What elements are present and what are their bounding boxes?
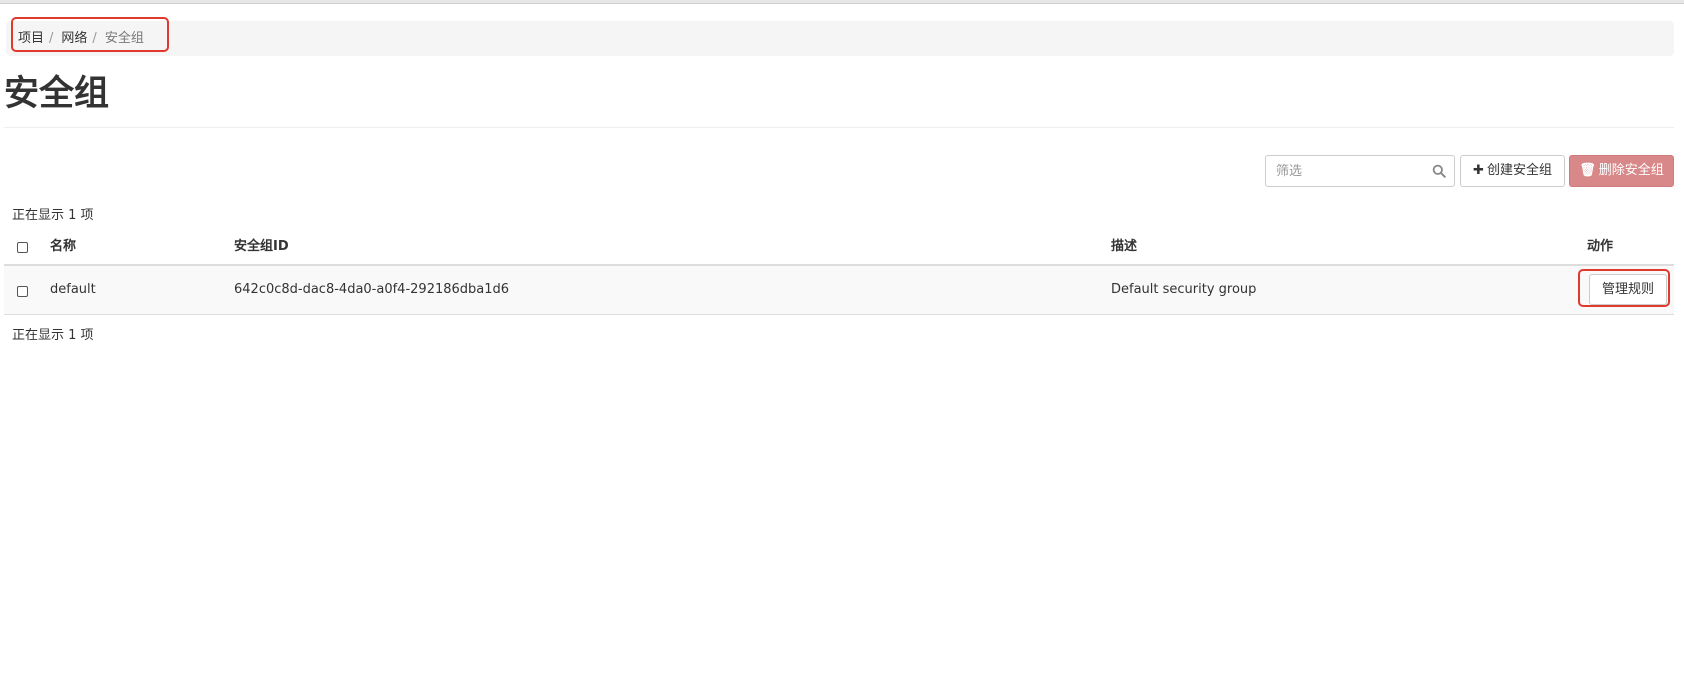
row-name: default	[50, 282, 96, 297]
manage-rules-button[interactable]: 管理规则	[1589, 274, 1667, 305]
item-count-bottom: 正在显示 1 项	[12, 328, 94, 343]
item-count-top: 正在显示 1 项	[12, 208, 94, 223]
delete-security-group-button[interactable]: 🗑 删除安全组	[1569, 155, 1674, 187]
plus-icon: ✚	[1473, 163, 1484, 178]
row-description: Default security group	[1111, 282, 1257, 297]
create-security-group-button[interactable]: ✚ 创建安全组	[1460, 155, 1565, 187]
row-select-checkbox[interactable]	[17, 286, 28, 297]
table-header: 名称 安全组ID 描述 动作	[4, 230, 1674, 266]
delete-security-group-label: 删除安全组	[1598, 163, 1664, 178]
breadcrumb-separator: /	[49, 31, 54, 46]
breadcrumb-item-network[interactable]: 网络	[61, 31, 87, 46]
column-header-description[interactable]: 描述	[1111, 230, 1137, 264]
breadcrumb-separator: /	[92, 31, 97, 46]
breadcrumb-item-security-groups: 安全组	[104, 31, 144, 46]
create-security-group-label: 创建安全组	[1486, 163, 1552, 178]
trash-icon: 🗑	[1579, 163, 1596, 178]
table-row: default 642c0c8d-dac8-4da0-a0f4-292186db…	[4, 266, 1674, 315]
breadcrumb-item-project[interactable]: 项目	[18, 31, 44, 46]
row-security-group-id: 642c0c8d-dac8-4da0-a0f4-292186dba1d6	[234, 282, 510, 297]
column-header-actions: 动作	[1587, 239, 1614, 254]
page-title: 安全组	[4, 74, 110, 114]
top-border	[0, 0, 1684, 4]
select-all-checkbox[interactable]	[17, 242, 28, 253]
column-header-name[interactable]: 名称	[50, 230, 76, 264]
search-icon[interactable]	[1432, 164, 1446, 178]
filter-input[interactable]	[1266, 156, 1436, 186]
title-divider	[4, 127, 1674, 128]
column-header-id[interactable]: 安全组ID	[234, 230, 289, 264]
filter-box	[1265, 155, 1455, 187]
breadcrumb: 项目 / 网络 / 安全组	[6, 21, 1674, 56]
